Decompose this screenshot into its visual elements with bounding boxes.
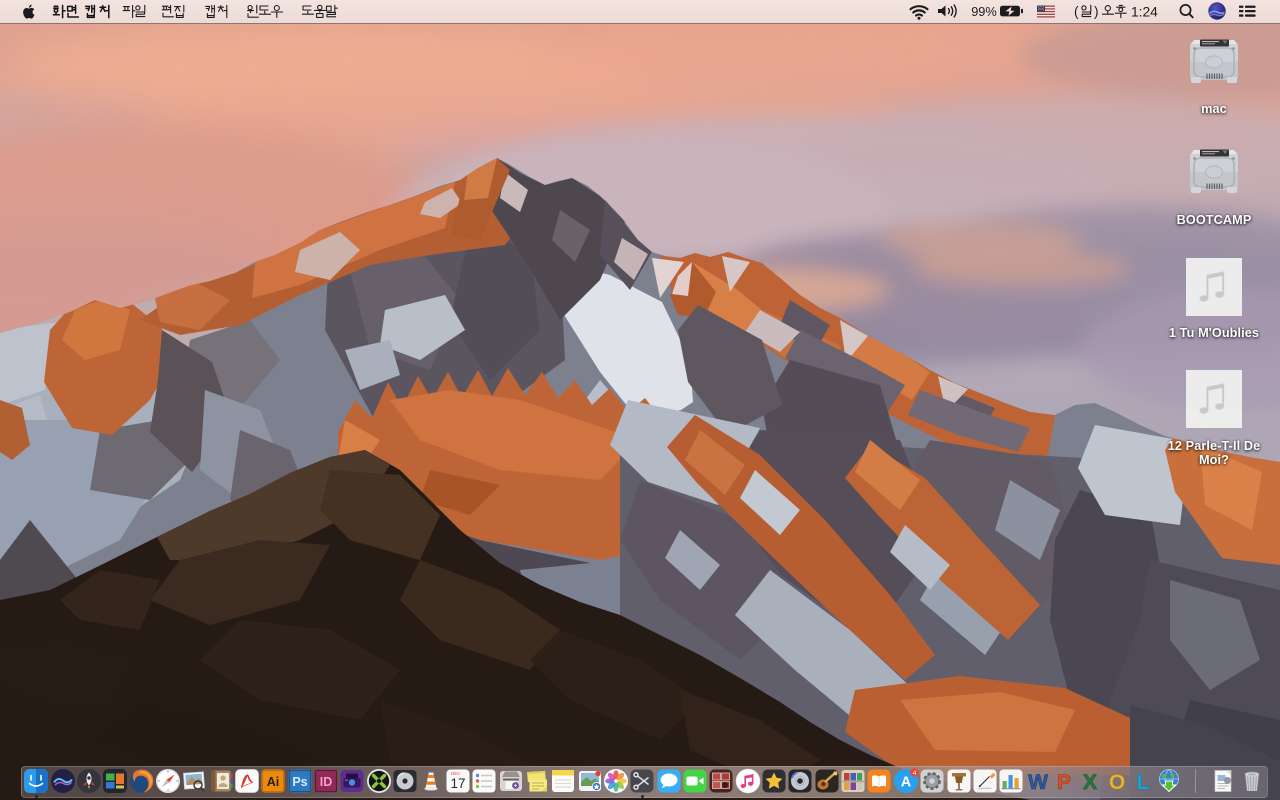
svg-text:W: W [1028,771,1048,794]
svg-text:ID: ID [320,775,333,789]
svg-text:99%: 99% [971,4,997,19]
svg-text:4: 4 [912,770,916,777]
svg-text:): ) [1094,4,1099,19]
svg-text:X: X [1083,771,1097,794]
svg-text:1:24: 1:24 [1131,4,1158,19]
svg-text:(: ( [1074,4,1079,19]
svg-text:A: A [901,775,912,791]
svg-text:P: P [1057,771,1071,794]
svg-text:Ai: Ai [267,775,280,789]
svg-text:Ps: Ps [292,775,307,789]
svg-text:17: 17 [450,776,465,791]
svg-text:O: O [1108,771,1124,794]
svg-text:L: L [1136,771,1149,794]
